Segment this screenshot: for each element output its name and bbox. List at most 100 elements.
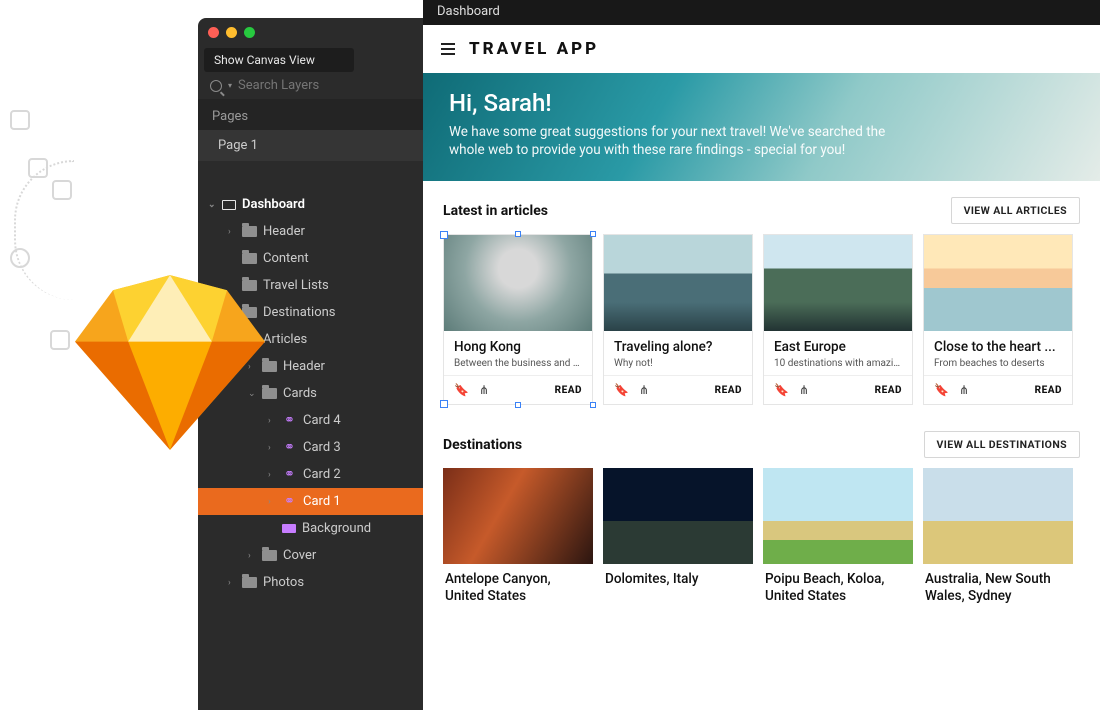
traffic-light-max[interactable] xyxy=(244,27,255,38)
read-button[interactable]: READ xyxy=(875,385,902,396)
tree-label: Dashboard xyxy=(242,197,305,212)
card-subtitle: From beaches to deserts xyxy=(934,358,1062,369)
read-button[interactable]: READ xyxy=(1035,385,1062,396)
read-button[interactable]: READ xyxy=(715,385,742,396)
card-subtitle: Why not! xyxy=(614,358,742,369)
tree-label: Destinations xyxy=(263,305,336,320)
card-title: Close to the heart ... xyxy=(934,339,1062,355)
chevron-icon[interactable]: › xyxy=(228,227,236,237)
traffic-light-close[interactable] xyxy=(208,27,219,38)
share-icon[interactable]: ⋔ xyxy=(959,383,969,397)
destination-card[interactable]: Poipu Beach, Koloa, United States xyxy=(763,468,913,605)
tree-row-content[interactable]: Content xyxy=(198,245,423,272)
article-card[interactable]: Traveling alone?Why not!🔖⋔READ xyxy=(603,234,753,405)
view-all-articles-button[interactable]: VIEW ALL ARTICLES xyxy=(951,197,1080,224)
tree-label: Background xyxy=(302,521,371,536)
bookmark-icon[interactable]: 🔖 xyxy=(614,383,629,397)
article-card[interactable]: Hong Kong Between the business and faith 🔖… xyxy=(443,234,593,405)
bookmark-icon[interactable]: 🔖 xyxy=(454,383,469,397)
folder-icon xyxy=(242,577,257,588)
symbol-link-icon: ⚭ xyxy=(282,415,297,427)
traffic-light-min[interactable] xyxy=(226,27,237,38)
card-thumbnail xyxy=(604,235,752,331)
hero-greeting: Hi, Sarah! xyxy=(449,89,1074,117)
tree-label: Content xyxy=(263,251,309,266)
card-thumbnail xyxy=(444,235,592,331)
card-thumbnail xyxy=(443,468,593,564)
tree-row-header[interactable]: › Header xyxy=(198,218,423,245)
window-titlebar xyxy=(198,18,423,46)
card-title: Hong Kong xyxy=(454,339,582,355)
tree-label: Header xyxy=(283,359,325,374)
chevron-icon[interactable]: › xyxy=(228,578,236,588)
folder-icon xyxy=(242,226,257,237)
chevron-icon[interactable]: › xyxy=(268,470,276,480)
share-icon[interactable]: ⋔ xyxy=(639,383,649,397)
read-button[interactable]: READ xyxy=(555,385,582,396)
articles-panel: Latest in articles VIEW ALL ARTICLES Hon… xyxy=(423,181,1100,415)
search-layers-row[interactable]: ▾ xyxy=(198,72,423,99)
tag-icon xyxy=(52,180,72,200)
search-layers-input[interactable] xyxy=(238,78,411,93)
tree-label: Card 4 xyxy=(303,413,341,428)
tree-row-card-1[interactable]: ›⚭Card 1 xyxy=(198,488,423,515)
card-subtitle: Between the business and faith xyxy=(454,358,582,369)
tree-row-photos[interactable]: › Photos xyxy=(198,569,423,596)
tree-label: Header xyxy=(263,224,305,239)
artboard-icon xyxy=(222,200,236,210)
articles-heading: Latest in articles xyxy=(443,203,548,219)
rectangle-icon xyxy=(282,524,296,533)
tree-row-background[interactable]: Background xyxy=(198,515,423,542)
card-subtitle: 10 destinations with amazing vi... xyxy=(774,358,902,369)
page-row[interactable]: Page 1 xyxy=(198,130,423,161)
sync-icon xyxy=(10,248,30,268)
tree-label: Card 1 xyxy=(303,494,341,509)
show-canvas-view-button[interactable]: Show Canvas View xyxy=(204,48,354,72)
chevron-icon[interactable]: › xyxy=(268,497,276,507)
tree-label: Cover xyxy=(283,548,316,563)
puzzle-icon xyxy=(50,330,70,350)
hero-subtitle: We have some great suggestions for your … xyxy=(449,123,919,159)
destinations-heading: Destinations xyxy=(443,437,522,453)
app-header-bar: TRAVEL APP xyxy=(423,25,883,73)
card-thumbnail xyxy=(764,235,912,331)
hero-banner: Hi, Sarah! We have some great suggestion… xyxy=(423,73,1100,181)
dashboard-tab-label: Dashboard xyxy=(423,0,1100,25)
chevron-down-icon[interactable]: ▾ xyxy=(228,81,232,90)
destination-card[interactable]: Antelope Canyon, United States xyxy=(443,468,593,605)
destination-card[interactable]: Dolomites, Italy xyxy=(603,468,753,605)
tree-label: Travel Lists xyxy=(263,278,329,293)
tree-row-card-2[interactable]: › ⚭ Card 2 xyxy=(198,461,423,488)
window-icon xyxy=(28,158,48,178)
card-title: Antelope Canyon, United States xyxy=(443,564,593,605)
pages-section-label: Pages xyxy=(198,99,423,130)
bookmark-icon[interactable]: 🔖 xyxy=(774,383,789,397)
view-all-destinations-button[interactable]: VIEW ALL DESTINATIONS xyxy=(924,431,1080,458)
destinations-panel: Destinations VIEW ALL DESTINATIONS Antel… xyxy=(423,415,1100,605)
app-title: TRAVEL APP xyxy=(469,39,599,59)
card-title: Australia, New South Wales, Sydney xyxy=(923,564,1073,605)
card-title: Poipu Beach, Koloa, United States xyxy=(763,564,913,605)
share-icon[interactable]: ⋔ xyxy=(799,383,809,397)
destination-card[interactable]: Australia, New South Wales, Sydney xyxy=(923,468,1073,605)
folder-icon xyxy=(242,253,257,264)
dashboard-preview: Dashboard TRAVEL APP Hi, Sarah! We have … xyxy=(423,0,1100,710)
tree-row-cover[interactable]: › Cover xyxy=(198,542,423,569)
article-card[interactable]: Close to the heart ... From beaches to de… xyxy=(923,234,1073,405)
bookmark-icon[interactable]: 🔖 xyxy=(934,383,949,397)
symbol-link-icon: ⚭ xyxy=(282,469,297,481)
chevron-icon[interactable]: › xyxy=(268,443,276,453)
tree-root-dashboard[interactable]: ⌄ Dashboard xyxy=(198,191,423,218)
chevron-icon[interactable]: › xyxy=(268,416,276,426)
share-icon[interactable]: ⋔ xyxy=(479,383,489,397)
hamburger-icon[interactable] xyxy=(441,43,455,55)
card-thumbnail xyxy=(923,468,1073,564)
chevron-icon[interactable]: › xyxy=(248,551,256,561)
article-card[interactable]: East Europe10 destinations with amazing … xyxy=(763,234,913,405)
tree-label: Photos xyxy=(263,575,304,590)
chevron-down-icon[interactable]: ⌄ xyxy=(208,200,216,210)
folder-icon xyxy=(262,550,277,561)
tree-label: Card 2 xyxy=(303,467,341,482)
sketch-gem-icon xyxy=(75,275,265,450)
tree-label: Cards xyxy=(283,386,317,401)
